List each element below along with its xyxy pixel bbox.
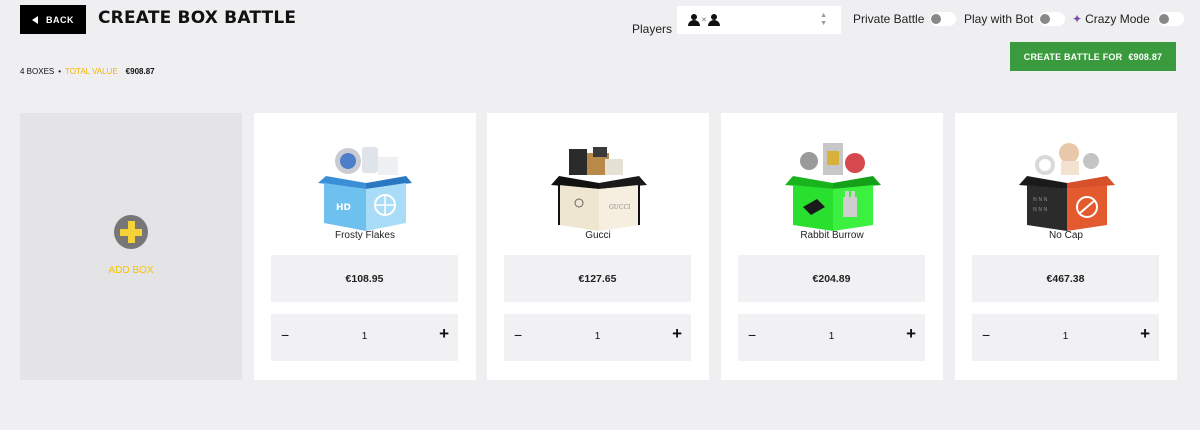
- crazy-mode-icon: ✦: [1072, 12, 1083, 26]
- box-card-no-cap: N N N N N N No Cap €467.38 − 1 +: [955, 113, 1177, 380]
- quantity-value: 1: [1062, 331, 1069, 342]
- quantity-value: 1: [361, 331, 368, 342]
- battle-summary: 4 BOXES • TOTAL VALUE €908.87: [20, 67, 155, 76]
- page-title: CREATE BOX BATTLE: [98, 8, 297, 28]
- increase-quantity-button[interactable]: +: [672, 324, 682, 344]
- person-icon: [688, 14, 700, 26]
- arrow-left-icon: [32, 15, 38, 24]
- box-card-frosty-flakes: HD Frosty Flakes €108.95 − 1 +: [254, 113, 476, 380]
- crazy-mode-label: Crazy Mode: [1085, 12, 1150, 26]
- crazy-mode-toggle[interactable]: [1157, 12, 1184, 26]
- total-value-label: TOTAL VALUE: [65, 67, 118, 76]
- play-with-bot-toggle[interactable]: [1039, 12, 1066, 26]
- quantity-value: 1: [828, 331, 835, 342]
- box-name: Gucci: [585, 230, 611, 241]
- back-label: BACK: [46, 14, 74, 25]
- quantity-stepper: − 1 +: [972, 314, 1159, 361]
- increase-quantity-button[interactable]: +: [439, 324, 449, 344]
- play-with-bot-option: Play with Bot: [964, 12, 1066, 26]
- frosty-flakes-box-image: HD: [318, 147, 412, 231]
- create-battle-amount: €908.87: [1128, 51, 1163, 62]
- box-price: €127.65: [504, 255, 691, 302]
- increase-quantity-button[interactable]: +: [1140, 324, 1150, 344]
- select-arrows-icon: ▲ ▼: [820, 12, 827, 27]
- increase-quantity-button[interactable]: +: [906, 324, 916, 344]
- person-icon: [707, 14, 720, 26]
- svg-text:HD: HD: [336, 203, 351, 213]
- box-name: No Cap: [1049, 230, 1083, 241]
- box-name: Rabbit Burrow: [800, 230, 864, 241]
- box-price: €204.89: [738, 255, 925, 302]
- box-count: 4 BOXES: [20, 67, 55, 76]
- players-label: Players: [632, 22, 673, 36]
- box-card-rabbit-burrow: Rabbit Burrow €204.89 − 1 +: [721, 113, 943, 380]
- quantity-value: 1: [594, 331, 601, 342]
- total-value: €908.87: [125, 67, 155, 76]
- quantity-stepper: − 1 +: [271, 314, 458, 361]
- no-cap-box-image: N N N N N N: [1019, 143, 1115, 231]
- create-battle-label: CREATE BATTLE FOR: [1023, 51, 1123, 62]
- svg-text:GUCCI: GUCCI: [609, 204, 631, 211]
- box-price: €108.95: [271, 255, 458, 302]
- private-battle-option: Private Battle: [853, 12, 957, 26]
- box-card-gucci: GUCCI Gucci €127.65 − 1 +: [487, 113, 709, 380]
- add-circle-icon: [114, 215, 148, 249]
- add-box-button[interactable]: ADD BOX: [20, 113, 242, 380]
- players-select[interactable]: ✕ ▲ ▼: [677, 6, 841, 34]
- play-with-bot-label: Play with Bot: [964, 12, 1034, 26]
- versus-icon: ✕: [701, 17, 707, 24]
- crazy-mode-option: ✦ Crazy Mode: [1072, 12, 1184, 26]
- rabbit-burrow-box-image: [785, 143, 881, 231]
- private-battle-toggle[interactable]: [930, 12, 957, 26]
- box-name: Frosty Flakes: [334, 230, 395, 241]
- create-battle-button[interactable]: CREATE BATTLE FOR €908.87: [1010, 42, 1176, 71]
- svg-text:N N N: N N N: [1033, 197, 1048, 203]
- quantity-stepper: − 1 +: [738, 314, 925, 361]
- box-price: €467.38: [972, 255, 1159, 302]
- add-box-label: ADD BOX: [108, 265, 154, 276]
- separator-dot: •: [58, 67, 62, 76]
- back-button[interactable]: BACK: [20, 5, 86, 34]
- private-battle-label: Private Battle: [853, 12, 925, 26]
- quantity-stepper: − 1 +: [504, 314, 691, 361]
- gucci-box-image: GUCCI: [551, 147, 647, 231]
- svg-text:N N N: N N N: [1033, 207, 1048, 213]
